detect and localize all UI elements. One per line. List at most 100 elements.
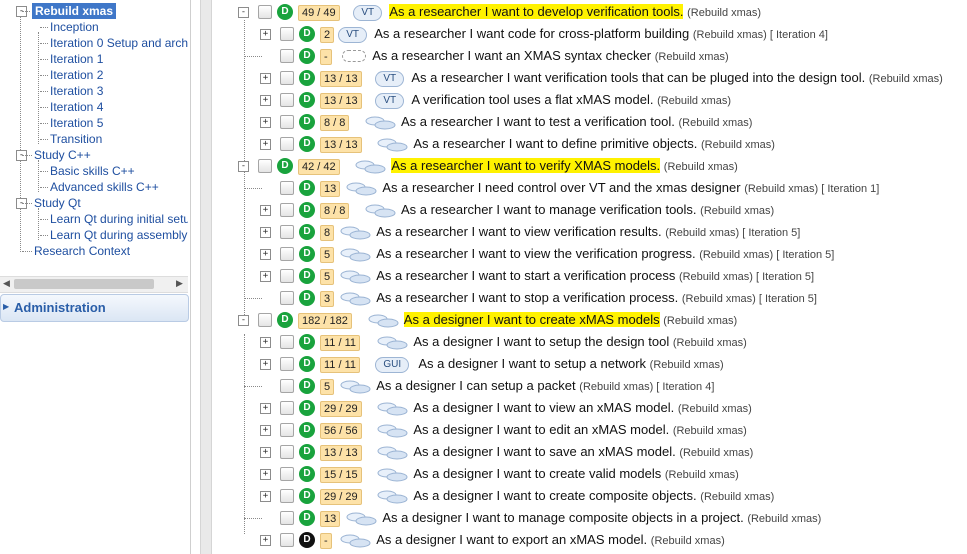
story-title[interactable]: As a researcher I want to test a verific… xyxy=(401,114,752,131)
tree-toggle-icon[interactable]: + xyxy=(260,425,271,436)
row-checkbox[interactable] xyxy=(258,313,272,327)
row-checkbox[interactable] xyxy=(280,49,294,63)
tree-toggle-icon[interactable]: + xyxy=(260,29,271,40)
story-title[interactable]: As a designer I want to setup a network … xyxy=(418,356,723,373)
tree-toggle-icon[interactable]: + xyxy=(260,139,271,150)
story-title-text[interactable]: As a designer I want to create xMAS mode… xyxy=(403,312,660,327)
story-title[interactable]: As a designer I want to export an xMAS m… xyxy=(376,532,725,549)
story-title-text[interactable]: As a designer I want to view an xMAS mod… xyxy=(413,400,674,415)
story-title[interactable]: As a researcher I want to view verificat… xyxy=(376,224,800,241)
scroll-left-icon[interactable]: ◀ xyxy=(3,278,10,289)
story-title-text[interactable]: As a researcher I want to verify XMAS mo… xyxy=(391,158,661,173)
row-checkbox[interactable] xyxy=(280,379,294,393)
story-title-text[interactable]: As a researcher I want to develop verifi… xyxy=(389,4,684,19)
story-title[interactable]: As a designer I want to manage composite… xyxy=(382,510,821,527)
story-title[interactable]: As a researcher I want to start a verifi… xyxy=(376,268,814,285)
tree-toggle-icon[interactable]: + xyxy=(260,117,271,128)
tree-toggle-icon[interactable]: + xyxy=(260,73,271,84)
tree-item[interactable]: Study Qt xyxy=(34,195,81,211)
story-title[interactable]: As a designer I want to setup the design… xyxy=(413,334,746,351)
tree-toggle-icon[interactable]: + xyxy=(260,403,271,414)
row-checkbox[interactable] xyxy=(280,489,294,503)
tree-item[interactable]: Basic skills C++ xyxy=(50,163,135,179)
story-title[interactable]: As a researcher I want code for cross-pl… xyxy=(374,26,828,43)
story-title[interactable]: As a researcher I want to develop verifi… xyxy=(389,4,761,21)
story-title[interactable]: As a researcher I want to stop a verific… xyxy=(376,290,817,307)
story-title-text[interactable]: As a designer I want to manage composite… xyxy=(382,510,743,525)
row-checkbox[interactable] xyxy=(280,291,294,305)
row-checkbox[interactable] xyxy=(280,401,294,415)
row-checkbox[interactable] xyxy=(280,269,294,283)
story-title-text[interactable]: As a designer I want to create composite… xyxy=(413,488,696,503)
story-title-text[interactable]: As a designer I want to setup a network xyxy=(418,356,646,371)
row-checkbox[interactable] xyxy=(280,181,294,195)
story-title-text[interactable]: As a researcher I want to define primiti… xyxy=(413,136,697,151)
row-checkbox[interactable] xyxy=(280,27,294,41)
story-title-text[interactable]: As a researcher I want to start a verifi… xyxy=(376,268,675,283)
story-title-text[interactable]: As a researcher I want an XMAS syntax ch… xyxy=(372,48,651,63)
tree-item[interactable]: Research Context xyxy=(34,243,130,259)
story-title-text[interactable]: As a designer I want to create valid mod… xyxy=(413,466,661,481)
story-title[interactable]: As a researcher I want verification tool… xyxy=(411,70,942,87)
row-checkbox[interactable] xyxy=(258,159,272,173)
panel-divider[interactable] xyxy=(190,0,191,554)
story-title-text[interactable]: As a researcher I want to stop a verific… xyxy=(376,290,678,305)
project-tree[interactable]: - Rebuild xmas Inception Iteration 0 Setup … xyxy=(0,0,188,263)
story-title[interactable]: As a designer I want to create composite… xyxy=(413,488,774,505)
tree-item[interactable]: Rebuild xmas xyxy=(32,3,117,19)
row-checkbox[interactable] xyxy=(280,533,294,547)
tree-toggle-icon[interactable]: - xyxy=(238,315,249,326)
story-title-text[interactable]: As a designer I can setup a packet xyxy=(376,378,575,393)
tree-toggle-icon[interactable]: + xyxy=(260,535,271,546)
row-checkbox[interactable] xyxy=(280,445,294,459)
tree-toggle-icon[interactable]: + xyxy=(260,359,271,370)
scroll-right-icon[interactable]: ▶ xyxy=(176,278,183,289)
tree-toggle-icon[interactable]: - xyxy=(238,161,249,172)
story-title-text[interactable]: As a researcher I want to view verificat… xyxy=(376,224,661,239)
row-checkbox[interactable] xyxy=(280,93,294,107)
row-checkbox[interactable] xyxy=(280,137,294,151)
story-title-text[interactable]: As a designer I want to edit an xMAS mod… xyxy=(413,422,669,437)
story-title[interactable]: As a researcher I want an XMAS syntax ch… xyxy=(372,48,729,65)
tree-toggle-icon[interactable]: + xyxy=(260,337,271,348)
tree-item[interactable]: Inception xyxy=(50,19,99,35)
story-title[interactable]: As a designer I want to save an xMAS mod… xyxy=(413,444,753,461)
story-title[interactable]: As a designer I want to view an xMAS mod… xyxy=(413,400,751,417)
tree-item[interactable]: Iteration 2 xyxy=(50,67,103,83)
story-title[interactable]: As a researcher I want to manage verific… xyxy=(401,202,774,219)
tree-item[interactable]: Advanced skills C++ xyxy=(50,179,159,195)
tree-toggle-icon[interactable]: + xyxy=(260,227,271,238)
splitter-bar[interactable] xyxy=(200,0,212,554)
tree-toggle-icon[interactable]: + xyxy=(260,95,271,106)
story-title[interactable]: As a researcher I need control over VT a… xyxy=(382,180,879,197)
story-title-text[interactable]: As a researcher I want verification tool… xyxy=(411,70,865,85)
story-title-text[interactable]: As a designer I want to setup the design… xyxy=(413,334,669,349)
story-title-text[interactable]: As a designer I want to export an xMAS m… xyxy=(376,532,647,547)
tree-horizontal-scrollbar[interactable]: ◀ ▶ xyxy=(0,276,188,293)
tree-toggle-icon[interactable]: - xyxy=(238,7,249,18)
tree-item[interactable]: Iteration 5 xyxy=(50,115,103,131)
story-title[interactable]: As a researcher I want to view the verif… xyxy=(376,246,834,263)
row-checkbox[interactable] xyxy=(280,71,294,85)
tree-item[interactable]: Learn Qt during assembly xyxy=(50,227,187,243)
tree-item[interactable]: Iteration 1 xyxy=(50,51,103,67)
row-checkbox[interactable] xyxy=(280,357,294,371)
tree-toggle-icon[interactable]: + xyxy=(260,271,271,282)
story-title-text[interactable]: As a designer I want to save an xMAS mod… xyxy=(413,444,675,459)
row-checkbox[interactable] xyxy=(280,511,294,525)
story-title[interactable]: As a researcher I want to define primiti… xyxy=(413,136,775,153)
tree-toggle-icon[interactable]: + xyxy=(260,249,271,260)
story-title[interactable]: As a designer I can setup a packet (Rebu… xyxy=(376,378,714,395)
scrollbar-thumb[interactable] xyxy=(14,279,154,289)
administration-panel-header[interactable]: ▶ Administration xyxy=(0,294,189,322)
row-checkbox[interactable] xyxy=(280,423,294,437)
row-checkbox[interactable] xyxy=(280,467,294,481)
row-checkbox[interactable] xyxy=(280,335,294,349)
tree-item[interactable]: Iteration 0 Setup and architecture xyxy=(50,35,188,51)
story-title-text[interactable]: A verification tool uses a flat xMAS mod… xyxy=(411,92,653,107)
tree-item[interactable]: Transition xyxy=(50,131,102,147)
story-title-text[interactable]: As a researcher I want code for cross-pl… xyxy=(374,26,689,41)
tree-toggle-icon[interactable]: + xyxy=(260,205,271,216)
tree-item[interactable]: Study C++ xyxy=(34,147,91,163)
story-title[interactable]: As a designer I want to create valid mod… xyxy=(413,466,738,483)
